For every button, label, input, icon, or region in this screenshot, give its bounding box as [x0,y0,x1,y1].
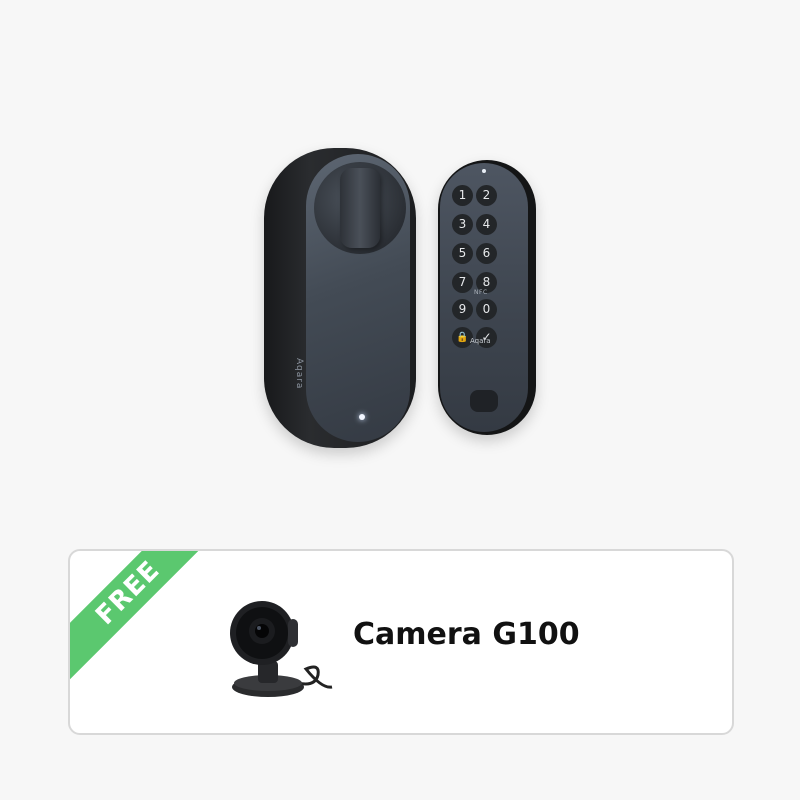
product-name: Camera G100 [353,617,580,652]
keypad-led [482,169,486,173]
key-7: 7 [452,272,473,293]
camera-icon [230,601,333,697]
smart-lock-image: Aqara [264,148,416,448]
key-5: 5 [452,243,473,264]
key-9: 9 [452,299,473,320]
free-badge: FREE [70,551,220,685]
free-gift-card: FREE Camera G100 [68,549,734,735]
lock-led-indicator [359,414,365,420]
keypad-brand-label: Aqara [470,337,491,345]
lock-thumb-turn [340,168,380,248]
key-0: 0 [476,299,497,320]
key-3: 3 [452,214,473,235]
key-2: 2 [476,185,497,206]
fingerprint-sensor [470,390,498,412]
lock-brand-label: Aqara [294,358,304,390]
product-image: Aqara 1 2 3 4 5 6 7 8 NFC 9 0 🔒 ✓ Aqara … [0,0,800,800]
key-4: 4 [476,214,497,235]
key-6: 6 [476,243,497,264]
key-1: 1 [452,185,473,206]
nfc-label: NFC [474,289,488,296]
keypad-image: 1 2 3 4 5 6 7 8 NFC 9 0 🔒 ✓ Aqara [440,163,528,432]
